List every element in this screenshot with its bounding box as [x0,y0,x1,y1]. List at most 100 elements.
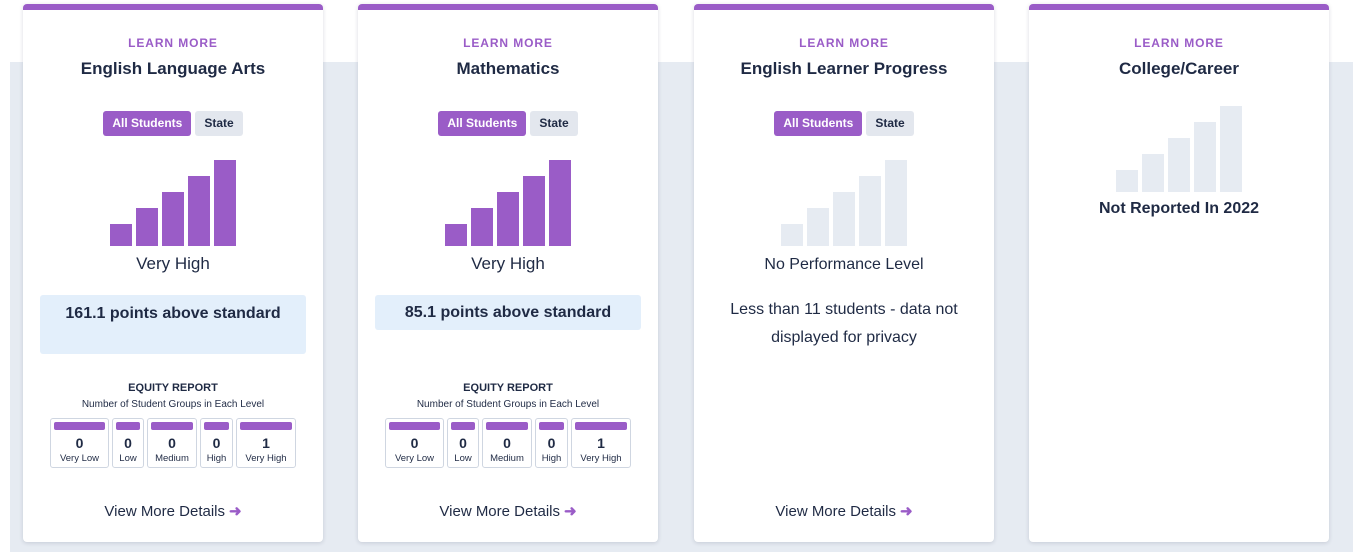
details-label: View More Details [104,503,226,520]
indicator-card-college-career: LEARN MORE College/Career Not Reported I… [1029,4,1329,542]
arrow-right-icon: ➜ [564,503,577,520]
performance-level-label: Very High [136,254,210,273]
view-more-details-link[interactable]: View More Details ➜ [358,502,658,520]
level-label: Very Low [59,453,100,464]
gauge-bar-4 [1194,122,1216,192]
equity-report-subtitle: Number of Student Groups in Each Level [81,399,265,410]
student-group-toggle: All Students State [358,111,658,136]
learn-more-link[interactable]: LEARN MORE [1029,36,1329,50]
level-strip [486,422,528,430]
level-label: Very High [580,453,622,464]
group-count: 0 [459,435,467,451]
equity-level-medium: 0 Medium [482,418,532,468]
level-strip [116,422,140,430]
gauge-bar-3 [1168,138,1190,192]
gauge-bar-5 [1220,106,1242,192]
group-count: 0 [410,435,419,451]
equity-levels: 0 Very Low 0 Low 0 Medium 0 High 1 Very High [358,418,658,468]
equity-levels: 0 Very Low 0 Low 0 Medium 0 High 1 Very High [23,418,323,468]
gauge-bar-5 [214,160,236,246]
level-strip [539,422,564,430]
gauge-bar-2 [136,208,158,246]
performance-level-label: Very High [471,254,545,273]
group-count: 0 [212,435,221,451]
group-count: 0 [124,435,132,451]
indicator-card-english-learner: LEARN MORE English Learner Progress All … [694,4,994,542]
gauge-bar-3 [497,192,519,246]
equity-level-very-high: 1 Very High [236,418,296,468]
arrow-right-icon: ➜ [900,503,913,520]
level-strip [54,422,105,430]
indicator-card-math: LEARN MORE Mathematics All Students Stat… [358,4,658,542]
level-label: High [206,453,227,464]
indicator-card-ela: LEARN MORE English Language Arts All Stu… [23,4,323,542]
state-button[interactable]: State [195,111,243,136]
student-group-toggle: All Students State [23,111,323,136]
equity-report-title: EQUITY REPORT [463,382,553,394]
level-label: Low [454,453,472,464]
state-button[interactable]: State [866,111,914,136]
performance-level-gauge [1029,106,1329,192]
learn-more-link[interactable]: LEARN MORE [23,36,323,50]
level-strip [575,422,627,430]
arrow-right-icon: ➜ [229,503,242,520]
equity-level-high: 0 High [200,418,233,468]
level-label: Low [119,453,137,464]
view-more-details-link[interactable]: View More Details ➜ [23,502,323,520]
level-strip [240,422,292,430]
not-reported-status: Not Reported In 2022 [1098,200,1260,217]
gauge-bar-5 [885,160,907,246]
group-count: 0 [547,435,556,451]
level-strip [389,422,440,430]
gauge-bar-4 [859,176,881,246]
gauge-bar-1 [445,224,467,246]
equity-level-high: 0 High [535,418,568,468]
level-label: Very High [245,453,287,464]
performance-level-label: No Performance Level [764,256,924,273]
equity-level-medium: 0 Medium [147,418,197,468]
performance-level-gauge [694,160,994,246]
group-count: 1 [597,435,605,451]
gauge-bar-2 [1142,154,1164,192]
card-title: College/Career [1119,59,1239,78]
level-label: High [541,453,562,464]
group-count: 0 [503,435,511,451]
points-above-standard: 85.1 points above standard [375,295,641,330]
level-label: Medium [490,453,524,464]
equity-report-subtitle: Number of Student Groups in Each Level [416,399,600,410]
gauge-bar-2 [471,208,493,246]
view-more-details-link[interactable]: View More Details ➜ [694,502,994,520]
gauge-bar-5 [549,160,571,246]
details-label: View More Details [439,503,561,520]
level-label: Medium [155,453,189,464]
performance-level-gauge [358,160,658,246]
gauge-bar-3 [833,192,855,246]
all-students-button[interactable]: All Students [774,111,863,136]
student-group-toggle: All Students State [694,111,994,136]
card-title: English Learner Progress [740,59,948,78]
equity-level-low: 0 Low [112,418,144,468]
gauge-bar-4 [188,176,210,246]
all-students-button[interactable]: All Students [103,111,192,136]
state-button[interactable]: State [530,111,578,136]
gauge-bar-3 [162,192,184,246]
all-students-button[interactable]: All Students [438,111,527,136]
learn-more-link[interactable]: LEARN MORE [694,36,994,50]
gauge-bar-1 [1116,170,1138,192]
level-strip [451,422,475,430]
performance-level-gauge [23,160,323,246]
equity-level-very-low: 0 Very Low [50,418,109,468]
gauge-bar-4 [523,176,545,246]
group-count: 1 [262,435,270,451]
equity-level-very-low: 0 Very Low [385,418,444,468]
equity-report-title: EQUITY REPORT [128,382,218,394]
points-above-standard: 161.1 points above standard [40,295,306,354]
equity-level-very-high: 1 Very High [571,418,631,468]
level-strip [151,422,193,430]
card-title: Mathematics [456,59,560,78]
learn-more-link[interactable]: LEARN MORE [358,36,658,50]
gauge-bar-1 [110,224,132,246]
gauge-bar-2 [807,208,829,246]
equity-level-low: 0 Low [447,418,479,468]
details-label: View More Details [775,503,897,520]
